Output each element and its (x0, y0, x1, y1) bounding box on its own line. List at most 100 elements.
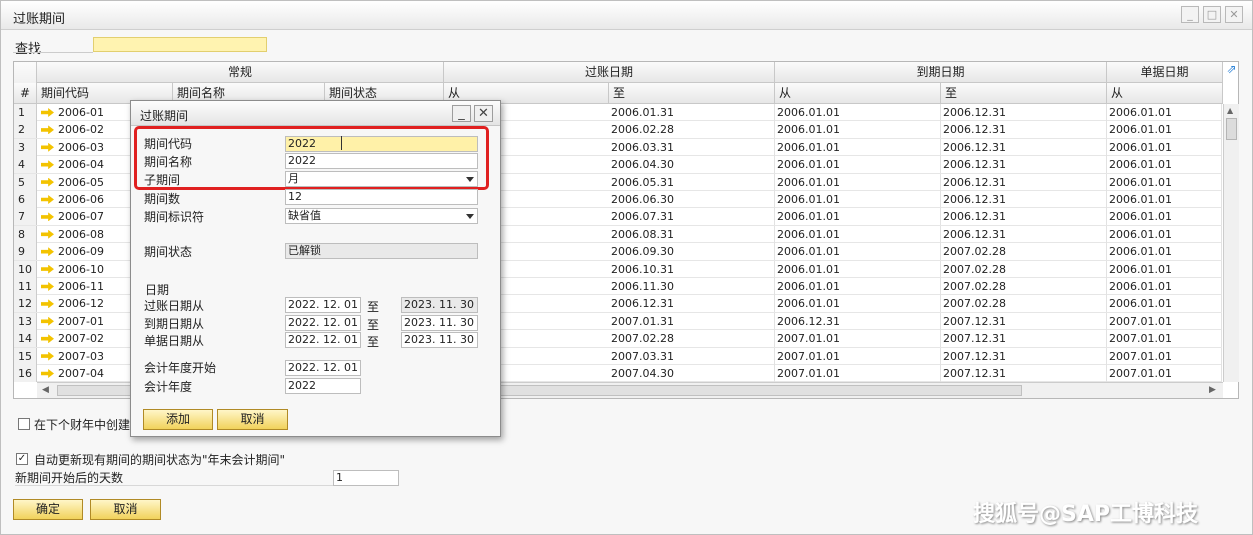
date-cell[interactable]: 2006.01.01 (775, 191, 941, 208)
fy-input[interactable]: 2022 (285, 378, 361, 394)
date-cell[interactable]: 2006.01.01 (1107, 243, 1222, 261)
date-cell[interactable]: 2006.06.30 (609, 191, 775, 208)
link-arrow-icon[interactable] (41, 369, 54, 378)
fy-start-input[interactable]: 2022. 12. 01 (285, 360, 361, 376)
date-cell[interactable]: 2006.04.30 (609, 156, 775, 174)
date-cell[interactable]: 2006.01.01 (1107, 156, 1222, 174)
link-arrow-icon[interactable] (41, 316, 54, 326)
dialog-add-button[interactable]: 添加 (143, 409, 213, 430)
date-cell[interactable]: 2006.05.31 (609, 173, 775, 191)
date-cell[interactable]: 2006.12.31 (941, 208, 1107, 226)
date-cell[interactable]: 2007.01.01 (1107, 312, 1222, 330)
date-cell[interactable]: 2006.10.31 (609, 260, 775, 278)
date-cell[interactable]: 2006.01.01 (1107, 260, 1222, 278)
date-cell[interactable]: 2006.02.28 (609, 121, 775, 139)
date-cell[interactable]: 2007.12.31 (941, 312, 1107, 330)
link-arrow-icon[interactable] (41, 247, 54, 257)
due-from-input[interactable]: 2022. 12. 01 (285, 315, 361, 331)
doc-to-input[interactable]: 2023. 11. 30 (401, 332, 478, 348)
date-cell[interactable]: 2006.01.01 (1107, 121, 1222, 139)
date-cell[interactable]: 2007.12.31 (941, 365, 1107, 382)
period-indicator-select[interactable]: 缺省值 (285, 208, 478, 224)
col-header-doc-from[interactable]: 从 (1107, 83, 1223, 104)
date-cell[interactable]: 2006.01.01 (775, 260, 941, 278)
vertical-scroll-thumb[interactable] (1226, 118, 1237, 140)
period-count-input[interactable]: 12 (285, 189, 478, 205)
date-cell[interactable]: 2006.09.30 (609, 243, 775, 261)
date-cell[interactable]: 2006.01.01 (1107, 208, 1222, 226)
link-arrow-icon[interactable] (41, 334, 54, 344)
col-header-due-from[interactable]: 从 (775, 83, 941, 104)
date-cell[interactable]: 2006.07.31 (609, 208, 775, 226)
date-cell[interactable]: 2006.12.31 (941, 104, 1107, 121)
date-cell[interactable]: 2006.01.01 (775, 225, 941, 243)
minimize-button[interactable]: _ (1181, 6, 1199, 23)
date-cell[interactable]: 2007.02.28 (941, 278, 1107, 295)
date-cell[interactable]: 2007.03.31 (609, 347, 775, 365)
date-cell[interactable]: 2006.12.31 (941, 156, 1107, 174)
link-arrow-icon[interactable] (41, 351, 54, 361)
date-cell[interactable]: 2007.01.01 (1107, 347, 1222, 365)
link-arrow-icon[interactable] (41, 108, 54, 117)
date-cell[interactable]: 2006.01.01 (775, 243, 941, 261)
date-cell[interactable]: 2006.01.31 (609, 104, 775, 121)
date-cell[interactable]: 2006.01.01 (775, 295, 941, 313)
posting-to-input[interactable]: 2023. 11. 30 (401, 297, 478, 313)
link-arrow-icon[interactable] (41, 177, 54, 187)
scroll-right-icon[interactable]: ▶ (1209, 385, 1216, 395)
col-header-posting-to[interactable]: 至 (609, 83, 775, 104)
date-cell[interactable]: 2006.01.01 (775, 121, 941, 139)
col-header-due-to[interactable]: 至 (941, 83, 1107, 104)
link-arrow-icon[interactable] (41, 195, 54, 204)
date-cell[interactable]: 2006.01.01 (775, 156, 941, 174)
doc-from-input[interactable]: 2022. 12. 01 (285, 332, 361, 348)
date-cell[interactable]: 2007.02.28 (609, 330, 775, 348)
date-cell[interactable]: 2006.01.01 (775, 208, 941, 226)
date-cell[interactable]: 2007.01.01 (1107, 330, 1222, 348)
link-arrow-icon[interactable] (41, 212, 54, 222)
date-cell[interactable]: 2007.02.28 (941, 295, 1107, 313)
date-cell[interactable]: 2006.12.31 (941, 173, 1107, 191)
date-cell[interactable]: 2007.01.01 (775, 330, 941, 348)
date-cell[interactable]: 2006.12.31 (941, 225, 1107, 243)
date-cell[interactable]: 2006.03.31 (609, 138, 775, 156)
vertical-scrollbar[interactable]: ▲ (1223, 104, 1239, 382)
date-cell[interactable]: 2007.01.01 (1107, 365, 1222, 382)
date-cell[interactable]: 2006.01.01 (1107, 138, 1222, 156)
date-cell[interactable]: 2006.01.01 (775, 173, 941, 191)
link-arrow-icon[interactable] (41, 299, 54, 309)
scroll-up-icon[interactable]: ▲ (1227, 106, 1233, 115)
expand-icon[interactable]: ⇗ (1224, 62, 1239, 77)
date-cell[interactable]: 2006.08.31 (609, 225, 775, 243)
link-arrow-icon[interactable] (41, 142, 54, 152)
posting-from-input[interactable]: 2022. 12. 01 (285, 297, 361, 313)
col-header-index[interactable]: # (14, 83, 37, 104)
date-cell[interactable]: 2006.01.01 (1107, 104, 1222, 121)
date-cell[interactable]: 2007.02.28 (941, 243, 1107, 261)
date-cell[interactable]: 2007.01.01 (775, 347, 941, 365)
date-cell[interactable]: 2007.12.31 (941, 330, 1107, 348)
link-arrow-icon[interactable] (41, 264, 54, 274)
auto-update-checkbox[interactable]: ✓ (16, 453, 28, 465)
date-cell[interactable]: 2006.11.30 (609, 278, 775, 295)
date-cell[interactable]: 2006.12.31 (941, 121, 1107, 139)
search-input[interactable] (93, 37, 267, 52)
ok-button[interactable]: 确定 (13, 499, 83, 520)
date-cell[interactable]: 2006.12.31 (941, 191, 1107, 208)
date-cell[interactable]: 2006.01.01 (775, 104, 941, 121)
date-cell[interactable]: 2006.01.01 (1107, 278, 1222, 295)
days-input[interactable]: 1 (333, 470, 399, 486)
date-cell[interactable]: 2006.01.01 (1107, 225, 1222, 243)
close-button[interactable]: ✕ (1225, 6, 1243, 23)
create-next-year-checkbox[interactable] (18, 418, 30, 430)
date-cell[interactable]: 2007.02.28 (941, 260, 1107, 278)
dialog-minimize-button[interactable]: _ (452, 105, 471, 122)
date-cell[interactable]: 2007.12.31 (941, 347, 1107, 365)
link-arrow-icon[interactable] (41, 160, 54, 170)
scroll-left-icon[interactable]: ◀ (42, 385, 49, 395)
date-cell[interactable]: 2006.12.31 (775, 312, 941, 330)
date-cell[interactable]: 2006.12.31 (941, 138, 1107, 156)
date-cell[interactable]: 2006.01.01 (775, 138, 941, 156)
date-cell[interactable]: 2006.12.31 (609, 295, 775, 313)
date-cell[interactable]: 2007.01.01 (775, 365, 941, 382)
